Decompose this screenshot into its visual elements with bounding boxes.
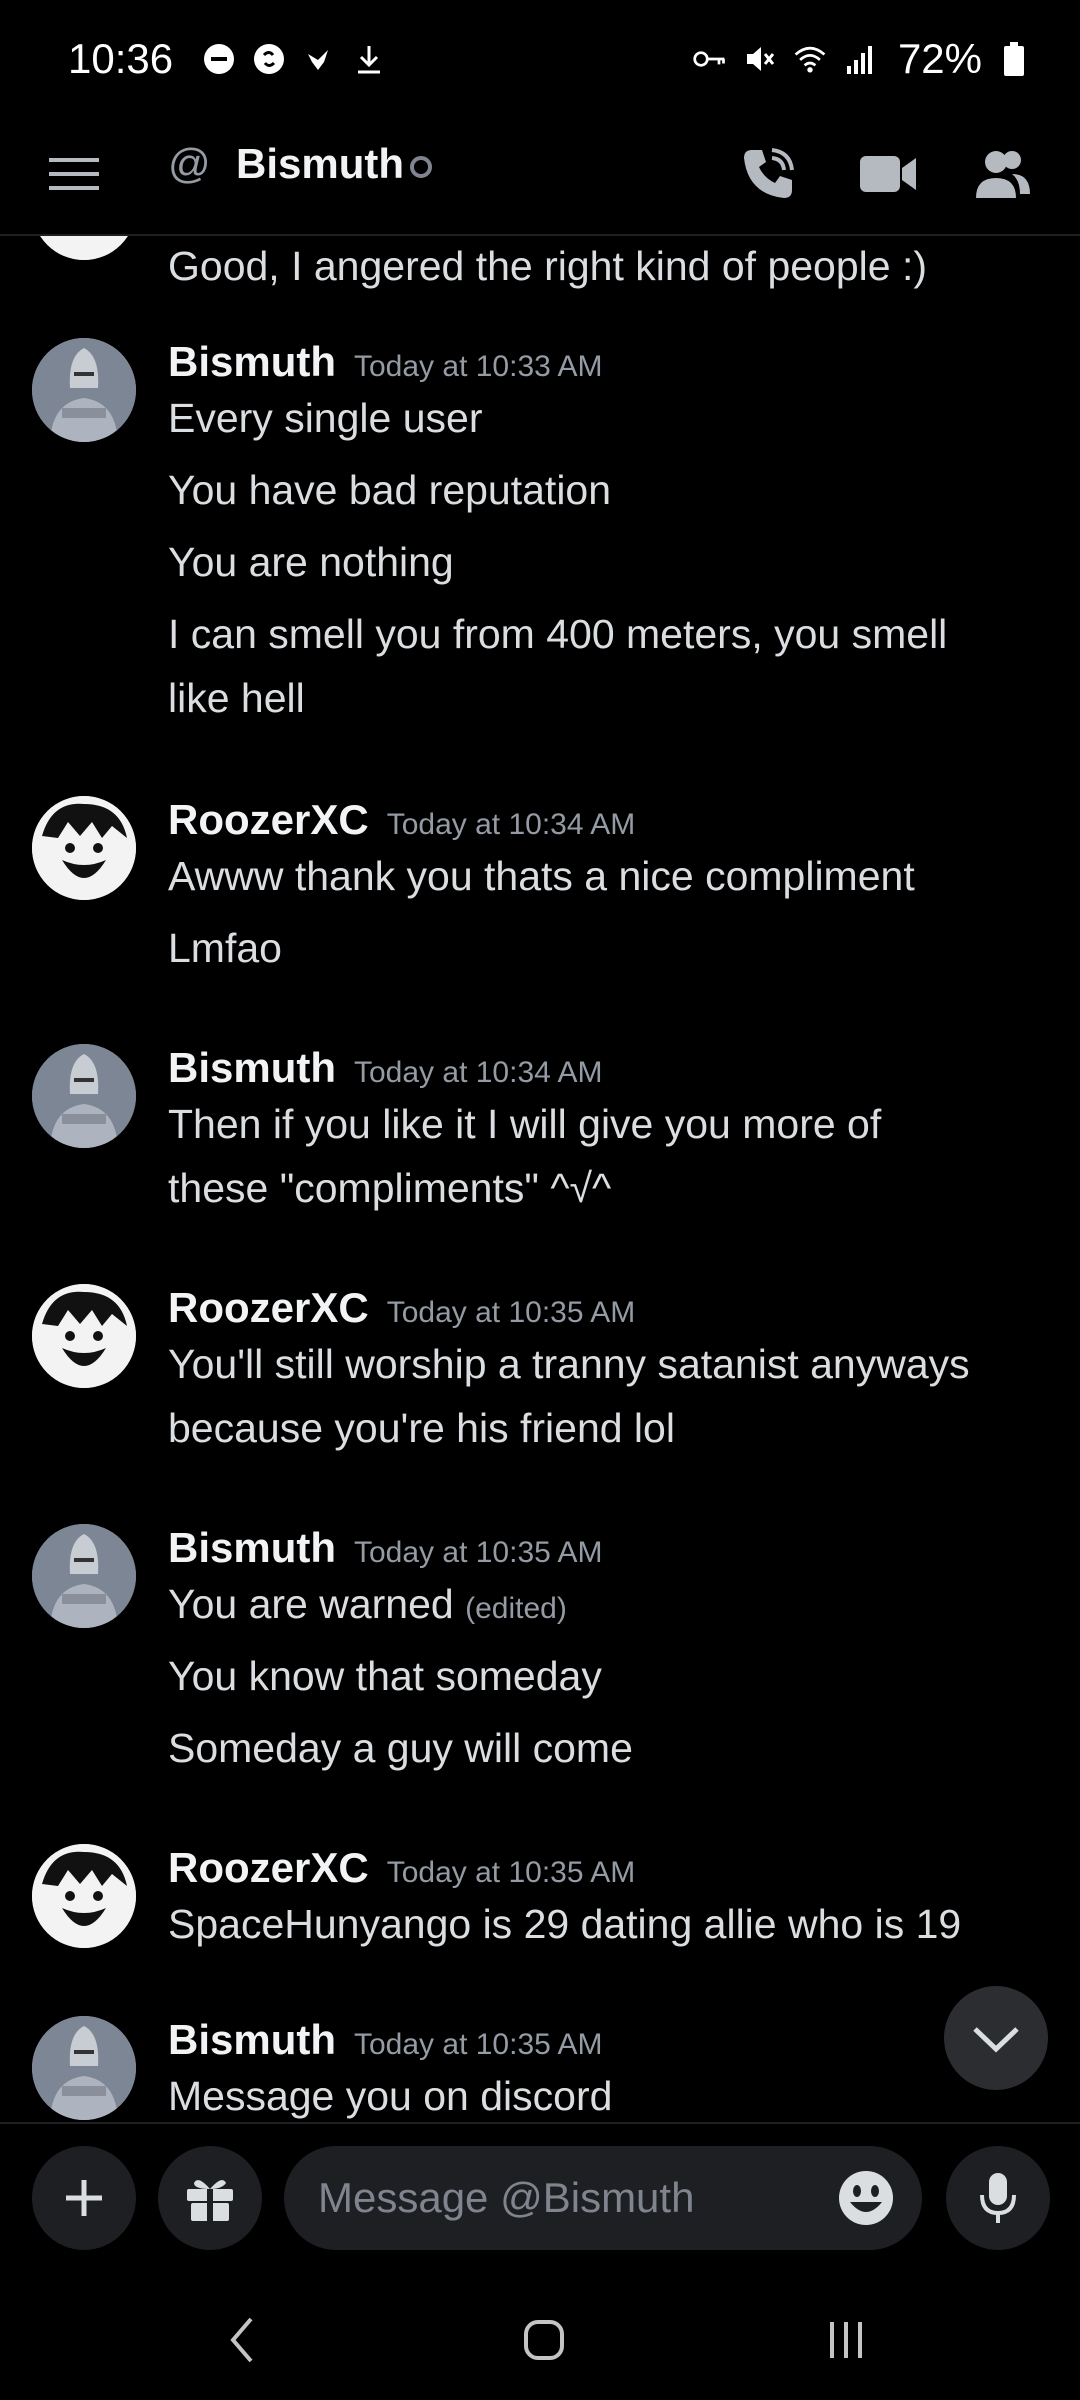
discord-dm-screen: 10:36 72% @ Bismuth Good, I angered the … [0, 0, 1080, 2400]
smiley-icon [839, 2171, 893, 2225]
menu-icon[interactable] [46, 146, 102, 202]
message-text: because you're his friend lol [168, 1405, 675, 1451]
gift-icon [187, 2180, 233, 2221]
message-text: You'll still worship a tranny satanist a… [168, 1341, 970, 1387]
message-timestamp: Today at 10:34 AM [354, 1056, 603, 1089]
member-list-icon[interactable] [966, 138, 1038, 210]
status-time: 10:36 [68, 35, 174, 82]
message-text: You are nothing [168, 539, 454, 585]
message-timestamp: Today at 10:34 AM [386, 808, 636, 841]
message-text: Then if you like it I will give you more… [168, 1101, 882, 1147]
chevron-down-icon [973, 2027, 1019, 2053]
plus-icon [66, 2180, 102, 2216]
message-text: You are warned (edited) [168, 1572, 1058, 1641]
author-name[interactable]: Bismuth [168, 1524, 336, 1571]
message-text: You know that someday [168, 1653, 602, 1699]
message-author[interactable]: RoozerXC Today at 10:34 AM [168, 796, 635, 844]
recents-nav-icon[interactable] [806, 2310, 886, 2370]
avatar-bismuth[interactable] [32, 1044, 136, 1148]
message-text: these "compliments" ^√^ [168, 1165, 612, 1211]
vpn-key-icon [692, 41, 728, 77]
message-author[interactable]: Bismuth Today at 10:34 AM [168, 1044, 603, 1092]
dm-title[interactable]: Bismuth [236, 140, 404, 188]
author-name[interactable]: Bismuth [168, 2016, 336, 2063]
message-author[interactable]: Bismuth Today at 10:35 AM [168, 1524, 603, 1572]
composer-divider [0, 2122, 1080, 2124]
message-text: Good, I angered the right kind of people… [168, 243, 928, 289]
message-text: Lmfao [168, 925, 282, 971]
avatar-roozerxc[interactable] [32, 796, 136, 900]
message-timestamp: Today at 10:33 AM [354, 350, 603, 383]
avatar-roozerxc[interactable] [32, 236, 136, 260]
avatar-bismuth[interactable] [32, 2016, 136, 2120]
jump-to-present-button[interactable] [944, 1986, 1048, 2090]
offline-status-icon [410, 156, 432, 178]
microphone-icon [980, 2173, 1016, 2223]
message-list[interactable]: Good, I angered the right kind of people… [0, 236, 1080, 2120]
avatar-roozerxc[interactable] [32, 1284, 136, 1388]
home-nav-icon[interactable] [504, 2310, 584, 2370]
avatar-roozerxc[interactable] [32, 1844, 136, 1948]
message-text-content: You are warned [168, 1581, 454, 1627]
voice-call-icon[interactable] [732, 138, 804, 210]
message-text: You have bad reputation [168, 467, 612, 513]
avatar-bismuth[interactable] [32, 338, 136, 442]
voice-message-button[interactable] [946, 2146, 1050, 2250]
author-name[interactable]: RoozerXC [168, 796, 369, 843]
status-right: 72% [692, 35, 1032, 83]
gift-button[interactable] [158, 2146, 262, 2250]
message-author[interactable]: Bismuth Today at 10:33 AM [168, 338, 603, 386]
battery-level: 72% [897, 35, 982, 82]
edited-label: (edited) [465, 1592, 567, 1625]
message-timestamp: Today at 10:35 AM [386, 1856, 636, 1889]
message-text: Every single user [168, 395, 483, 441]
message-author[interactable]: RoozerXC Today at 10:35 AM [168, 1844, 635, 1892]
battery-icon [996, 41, 1032, 77]
add-attachment-button[interactable] [32, 2146, 136, 2250]
message-author[interactable]: RoozerXC Today at 10:35 AM [168, 1284, 635, 1332]
author-name[interactable]: Bismuth [168, 1044, 336, 1091]
message-text: like hell [168, 675, 305, 721]
author-name[interactable]: RoozerXC [168, 1284, 369, 1331]
mute-icon [742, 41, 778, 77]
message-input[interactable]: Message @Bismuth [284, 2146, 922, 2250]
message-text: I can smell you from 400 meters, you sme… [168, 611, 948, 657]
message-text: SpaceHunyango is 29 dating allie who is … [168, 1901, 962, 1947]
status-left: 10:36 [68, 35, 387, 83]
message-author[interactable]: Bismuth Today at 10:35 AM [168, 2016, 603, 2064]
status-bar: 10:36 72% [0, 0, 1080, 118]
author-name[interactable]: Bismuth [168, 338, 336, 385]
channel-header: @ Bismuth [0, 118, 1080, 236]
message-text: Awww thank you thats a nice compliment [168, 853, 915, 899]
do-not-disturb-icon [201, 41, 237, 77]
signal-icon [842, 41, 878, 77]
download-icon [351, 41, 387, 77]
message-text: Message you on discord [168, 2073, 613, 2119]
message-timestamp: Today at 10:35 AM [354, 2028, 603, 2061]
emoji-button[interactable] [836, 2168, 896, 2228]
video-call-icon[interactable] [852, 138, 924, 210]
message-timestamp: Today at 10:35 AM [386, 1296, 636, 1329]
avatar-bismuth[interactable] [32, 1524, 136, 1628]
system-nav-bar [0, 2280, 1080, 2400]
author-name[interactable]: RoozerXC [168, 1844, 369, 1891]
at-symbol-icon: @ [168, 140, 211, 187]
message-text: Someday a guy will come [168, 1725, 633, 1771]
bird-icon [301, 41, 337, 77]
shazam-icon [251, 41, 287, 77]
message-timestamp: Today at 10:35 AM [354, 1536, 603, 1569]
wifi-icon [792, 41, 828, 77]
message-input-placeholder: Message @Bismuth [318, 2174, 695, 2221]
back-nav-icon[interactable] [202, 2310, 282, 2370]
